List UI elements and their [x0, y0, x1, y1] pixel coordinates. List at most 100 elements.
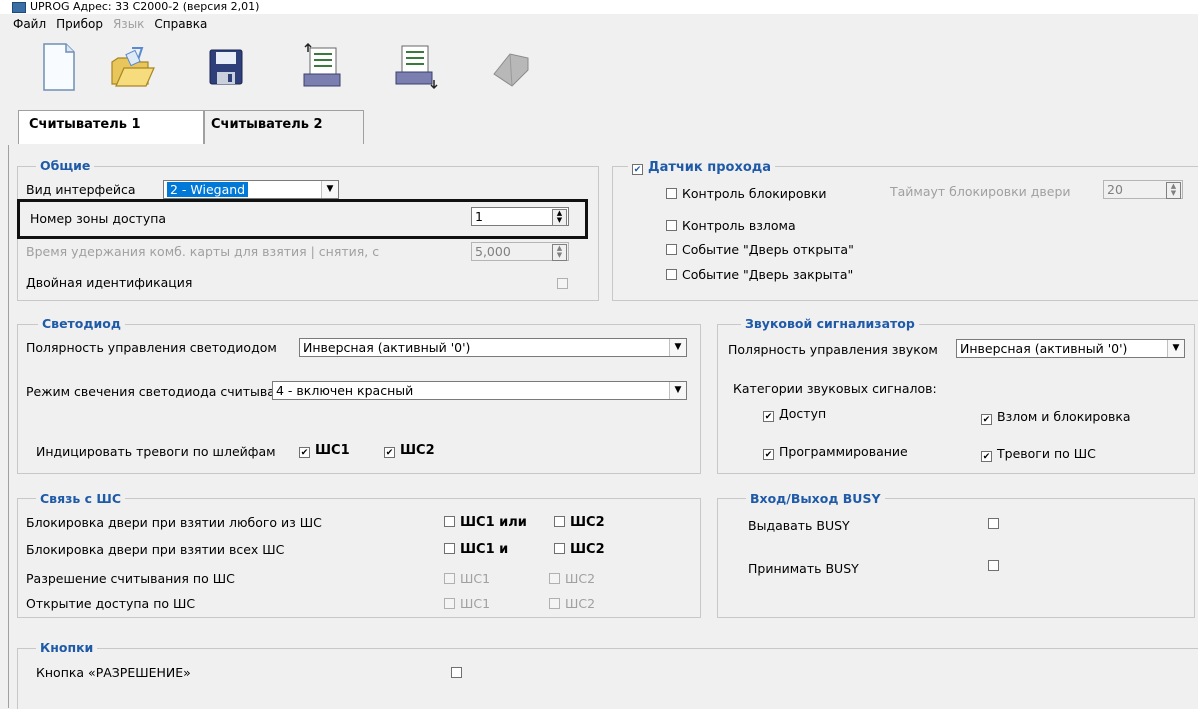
read-allow-sh2-label: ШС2 [565, 571, 596, 586]
menu-device[interactable]: Прибор [51, 16, 108, 32]
lock-any-sh2-option[interactable]: ШС2 [554, 515, 605, 530]
busy-out-checkbox[interactable] [988, 518, 999, 529]
hold-time-label: Время удержания комб. карты для взятия |… [26, 244, 380, 259]
sound-programming-checkbox[interactable] [763, 449, 774, 460]
open-access-sh1-option[interactable]: ШС1 [444, 596, 490, 611]
sound-break-label: Взлом и блокировка [997, 409, 1131, 424]
pass-sensor-toggle[interactable]: Датчик прохода [628, 160, 776, 175]
break-control-option[interactable]: Контроль взлома [666, 218, 796, 233]
read-allow-sh2-checkbox[interactable] [549, 573, 560, 584]
led-sh1-checkbox[interactable] [299, 447, 310, 458]
read-allow-sh1-checkbox[interactable] [444, 573, 455, 584]
read-allow-sh2-option[interactable]: ШС2 [549, 571, 595, 586]
led-mode-select[interactable]: 4 - включен красный ▼ [272, 381, 687, 400]
lock-all-sh1-label: ШС1 и [460, 542, 509, 557]
menu-help[interactable]: Справка [149, 16, 212, 32]
door-closed-checkbox[interactable] [666, 269, 677, 280]
sound-break-checkbox[interactable] [981, 414, 992, 425]
new-file-icon [43, 43, 75, 91]
save-button[interactable] [204, 40, 252, 96]
door-open-label: Событие "Дверь открыта" [682, 242, 854, 257]
lock-all-sh1-option[interactable]: ШС1 и [444, 542, 508, 557]
sound-polarity-select[interactable]: Инверсная (активный '0') ▼ [956, 339, 1185, 358]
open-access-sh2-checkbox[interactable] [549, 598, 560, 609]
spin-arrows-icon[interactable]: ▲ ▼ [1166, 182, 1181, 199]
sound-alarms-checkbox[interactable] [981, 451, 992, 462]
tab-reader-2[interactable]: Считыватель 2 [204, 110, 364, 144]
read-allow-sh1-option[interactable]: ШС1 [444, 571, 490, 586]
device-disabled-icon [493, 53, 529, 87]
read-device-button[interactable] [300, 40, 348, 96]
sound-programming-option[interactable]: Программирование [763, 444, 908, 460]
double-id-checkbox[interactable] [557, 278, 568, 289]
group-link-title: Связь с ШС [36, 491, 126, 506]
chevron-down-icon[interactable]: ▼ [669, 382, 686, 399]
permit-button-checkbox[interactable] [451, 667, 462, 678]
open-access-sh2-option[interactable]: ШС2 [549, 596, 595, 611]
lock-timeout-stepper[interactable]: 20 ▲ ▼ [1103, 180, 1183, 199]
hold-time-stepper[interactable]: 5,000 ▲ ▼ [471, 242, 569, 261]
tab-reader-1[interactable]: Считыватель 1 [18, 110, 204, 144]
led-alarm-label: Индицировать тревоги по шлейфам [36, 444, 276, 459]
lock-all-sh2-checkbox[interactable] [554, 543, 565, 554]
led-mode-label: Режим свечения светодиода считыват [26, 384, 283, 399]
window-title: UPROG Адрес: 33 С2000-2 (версия 2,01) [30, 0, 260, 13]
read-allow-sh1-label: ШС1 [460, 571, 491, 586]
lock-all-sh2-option[interactable]: ШС2 [554, 542, 605, 557]
chevron-down-icon[interactable]: ▼ [669, 339, 686, 356]
sound-break-option[interactable]: Взлом и блокировка [981, 409, 1131, 425]
read-device-icon [303, 42, 341, 87]
sound-alarms-option[interactable]: Тревоги по ШС [981, 446, 1096, 462]
group-general-title: Общие [36, 158, 95, 173]
lock-any-sh1-checkbox[interactable] [444, 516, 455, 527]
led-sh1-option[interactable]: ШС1 [299, 443, 350, 458]
lock-all-sh1-checkbox[interactable] [444, 543, 455, 554]
busy-in-checkbox[interactable] [988, 560, 999, 571]
menu-language[interactable]: Язык [108, 16, 149, 32]
open-access-sh1-checkbox[interactable] [444, 598, 455, 609]
sound-programming-label: Программирование [779, 444, 908, 459]
highlight-frame [17, 199, 588, 239]
open-button[interactable] [108, 40, 156, 96]
open-access-sh2-label: ШС2 [565, 596, 596, 611]
led-sh2-checkbox[interactable] [384, 447, 395, 458]
device-button-disabled[interactable] [488, 40, 536, 96]
menu-file[interactable]: Файл [8, 16, 51, 32]
write-device-icon [395, 45, 438, 90]
lock-control-checkbox[interactable] [666, 188, 677, 199]
interface-value: 2 - Wiegand [167, 182, 249, 197]
spin-arrows-icon[interactable]: ▲ ▼ [552, 244, 567, 261]
sound-polarity-value: Инверсная (активный '0') [960, 341, 1128, 356]
busy-in-label: Принимать BUSY [748, 561, 859, 576]
chevron-down-icon[interactable]: ▼ [1167, 340, 1184, 357]
lock-control-label: Контроль блокировки [682, 186, 827, 201]
double-id-label: Двойная идентификация [26, 275, 193, 290]
new-file-button[interactable] [34, 40, 82, 96]
group-buttons-title: Кнопки [36, 640, 98, 655]
sound-access-option[interactable]: Доступ [763, 406, 826, 422]
led-sh2-label: ШС2 [400, 443, 435, 458]
lock-control-option[interactable]: Контроль блокировки [666, 186, 827, 201]
door-closed-label: Событие "Дверь закрыта" [682, 267, 854, 282]
lock-any-sh2-label: ШС2 [570, 515, 605, 530]
led-sh1-label: ШС1 [315, 443, 350, 458]
door-open-option[interactable]: Событие "Дверь открыта" [666, 242, 854, 257]
lock-any-sh1-option[interactable]: ШС1 или [444, 515, 527, 530]
window-title-bar: UPROG Адрес: 33 С2000-2 (версия 2,01) [0, 0, 1198, 14]
chevron-down-icon[interactable]: ▼ [321, 181, 338, 198]
app-icon [12, 1, 26, 13]
pass-sensor-checkbox[interactable] [632, 164, 643, 175]
group-busy [717, 498, 1195, 618]
door-closed-option[interactable]: Событие "Дверь закрыта" [666, 267, 853, 282]
write-device-button[interactable] [392, 40, 440, 96]
break-control-checkbox[interactable] [666, 220, 677, 231]
led-sh2-option[interactable]: ШС2 [384, 443, 435, 458]
interface-select[interactable]: 2 - Wiegand ▼ [163, 180, 339, 199]
menu-bar: Файл Прибор Язык Справка [0, 16, 1198, 34]
led-polarity-select[interactable]: Инверсная (активный '0') ▼ [299, 338, 687, 357]
door-open-checkbox[interactable] [666, 244, 677, 255]
sound-access-checkbox[interactable] [763, 411, 774, 422]
hold-time-value: 5,000 [475, 244, 511, 259]
lock-any-sh2-checkbox[interactable] [554, 516, 565, 527]
open-folder-icon [111, 47, 155, 87]
